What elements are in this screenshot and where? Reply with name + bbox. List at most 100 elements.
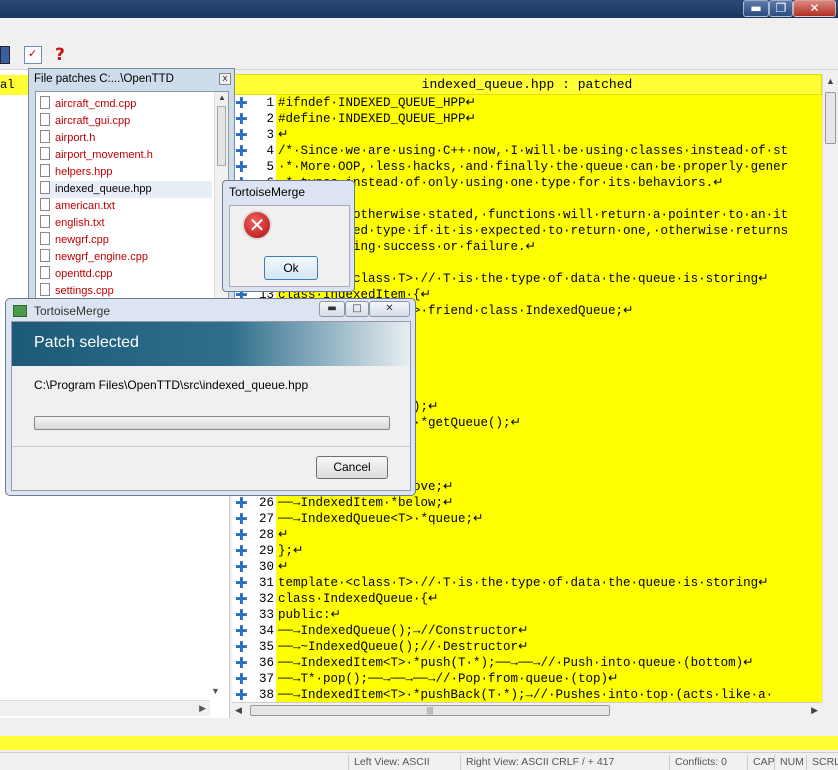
line-text: ──→IndexedItem·*below;↵: [278, 496, 454, 510]
file-icon: [40, 164, 50, 177]
file-list-item[interactable]: newgrf_engine.cpp: [40, 249, 212, 266]
file-name: indexed_queue.hpp: [55, 183, 152, 195]
line-number: 27: [258, 512, 274, 526]
added-line-icon: ✚: [235, 590, 248, 608]
maximize-icon: ❐: [775, 1, 787, 15]
toolbar: ?: [0, 18, 838, 70]
added-line-icon: ✚: [235, 574, 248, 592]
progress-dialog-title: TortoiseMerge: [34, 304, 111, 318]
ok-button[interactable]: Ok: [264, 256, 318, 280]
line-number: 3: [266, 128, 274, 142]
line-number: 26: [258, 496, 274, 510]
diff-locator-bar: [0, 736, 838, 750]
line-text: ──→IndexedItem<T>·*push(T·*);──→──→//·Pu…: [278, 656, 754, 670]
status-num: NUM: [774, 755, 804, 770]
file-list-item[interactable]: aircraft_gui.cpp: [40, 113, 212, 130]
scroll-down-icon[interactable]: ▼: [211, 686, 223, 698]
file-list-item[interactable]: airport.h: [40, 130, 212, 147]
file-name: american.txt: [55, 200, 115, 212]
code-line: ✚ 27 ──→IndexedQueue<T>·*queue;↵: [232, 511, 822, 527]
added-line-icon: ✚: [235, 95, 248, 112]
file-icon: [40, 181, 50, 194]
progress-dialog-body: Patch selected C:\Program Files\OpenTTD\…: [11, 321, 411, 491]
close-button[interactable]: ✕: [369, 301, 410, 317]
divider: [12, 446, 410, 447]
vertical-scrollbar[interactable]: ▲: [822, 74, 838, 702]
minimize-button[interactable]: ▬: [319, 301, 345, 317]
view-toggle-icon[interactable]: [0, 46, 10, 64]
error-dialog-title: TortoiseMerge: [229, 185, 306, 199]
line-text: ↵: [278, 560, 289, 574]
code-line: ✚ 38 ──→IndexedItem<T>·*pushBack(T·*);→//·…: [232, 687, 822, 703]
file-list-item[interactable]: aircraft_cmd.cpp: [40, 96, 212, 113]
scroll-right-icon[interactable]: ▶: [199, 703, 206, 714]
patch-path: C:\Program Files\OpenTTD\src\indexed_que…: [34, 378, 309, 392]
minimize-button[interactable]: ▬: [743, 0, 769, 17]
code-line: ✚ 32 class·IndexedQueue·{↵: [232, 591, 822, 607]
maximize-button[interactable]: ❐: [769, 0, 793, 17]
code-line: ✚ 34 ──→IndexedQueue();→//Constructor↵: [232, 623, 822, 639]
scrollbar-thumb[interactable]: |||: [250, 705, 610, 716]
minimize-icon: ▬: [750, 1, 762, 15]
left-view-title: al: [0, 75, 30, 95]
close-icon[interactable]: x: [219, 73, 231, 85]
help-icon[interactable]: ?: [55, 46, 73, 64]
code-line: ✚ 2 #define·INDEXED_QUEUE_HPP↵: [232, 111, 822, 127]
scroll-up-icon[interactable]: ▲: [218, 93, 226, 102]
code-line: ✚ 5 ·*·More·OOP,·less·hacks,·and·finally·t…: [232, 159, 822, 175]
line-number: 29: [258, 544, 274, 558]
line-text: ──→IndexedItem<T>·*pushBack(T·*);→//·Pus…: [278, 688, 774, 702]
scroll-left-icon[interactable]: ◀: [235, 705, 242, 716]
line-number: 32: [258, 592, 274, 606]
line-number: 1: [266, 96, 274, 110]
line-number: 33: [258, 608, 274, 622]
file-name: settings.cpp: [55, 285, 114, 297]
line-text: ↵: [278, 528, 289, 542]
line-number: 38: [258, 688, 274, 702]
line-number: 4: [266, 144, 274, 158]
file-name: newgrf_engine.cpp: [55, 251, 148, 263]
file-list-item[interactable]: indexed_queue.hpp: [40, 181, 212, 198]
file-list-item[interactable]: openttd.cpp: [40, 266, 212, 283]
code-line: ✚ 4 /*·Since·we·are·using·C++·now,·I·will·…: [232, 143, 822, 159]
horizontal-scrollbar[interactable]: ◀ ||| ▶: [232, 702, 822, 718]
added-line-icon: ✚: [235, 126, 248, 144]
checklist-icon[interactable]: [24, 46, 42, 64]
file-list[interactable]: aircraft_cmd.cpp aircraft_gui.cpp airport.…: [35, 91, 229, 307]
file-icon: [40, 249, 50, 262]
file-name: airport_movement.h: [55, 149, 153, 161]
line-number: 31: [258, 576, 274, 590]
file-list-item[interactable]: american.txt: [40, 198, 212, 215]
file-patches-window[interactable]: File patches C:...\OpenTTD x aircraft_cm…: [28, 68, 235, 308]
line-number: 28: [258, 528, 274, 542]
line-text: #ifndef·INDEXED_QUEUE_HPP↵: [278, 96, 477, 110]
left-horizontal-scrollbar[interactable]: ▶: [0, 700, 210, 716]
right-view-title: indexed_queue.hpp : patched: [232, 74, 822, 95]
scrollbar-thumb[interactable]: [217, 106, 226, 166]
file-list-item[interactable]: newgrf.cpp: [40, 232, 212, 249]
file-list-item[interactable]: helpers.hpp: [40, 164, 212, 181]
main-title-bar: ▬ ❐ ✕: [0, 0, 838, 18]
progress-bar: [34, 416, 390, 430]
file-name: aircraft_cmd.cpp: [55, 98, 137, 110]
added-line-icon: ✚: [235, 670, 248, 688]
file-icon: [40, 232, 50, 245]
scrollbar-thumb[interactable]: [825, 92, 836, 144]
maximize-button[interactable]: □: [345, 301, 369, 317]
file-list-item[interactable]: english.txt: [40, 215, 212, 232]
scroll-up-icon[interactable]: ▲: [826, 76, 835, 86]
file-list-item[interactable]: airport_movement.h: [40, 147, 212, 164]
line-text: ──→T*·pop();──→──→──→//·Pop·from·queue·(…: [278, 672, 619, 686]
cancel-button[interactable]: Cancel: [316, 456, 388, 479]
progress-dialog: TortoiseMerge ▬ □ ✕ Patch selected C:\Pr…: [5, 298, 416, 496]
status-left-view: Left View: ASCII: [348, 755, 430, 770]
status-conflicts: Conflicts: 0: [669, 755, 727, 770]
progress-banner: Patch selected: [12, 322, 410, 366]
file-name: english.txt: [55, 217, 105, 229]
code-line: ✚ 36 ──→IndexedItem<T>·*push(T·*);──→──→//…: [232, 655, 822, 671]
added-line-icon: ✚: [235, 110, 248, 128]
scroll-right-icon[interactable]: ▶: [811, 705, 818, 716]
close-button[interactable]: ✕: [793, 0, 836, 17]
code-line: ✚ 37 ──→T*·pop();──→──→──→//·Pop·from·queu…: [232, 671, 822, 687]
app-icon: [13, 305, 27, 317]
